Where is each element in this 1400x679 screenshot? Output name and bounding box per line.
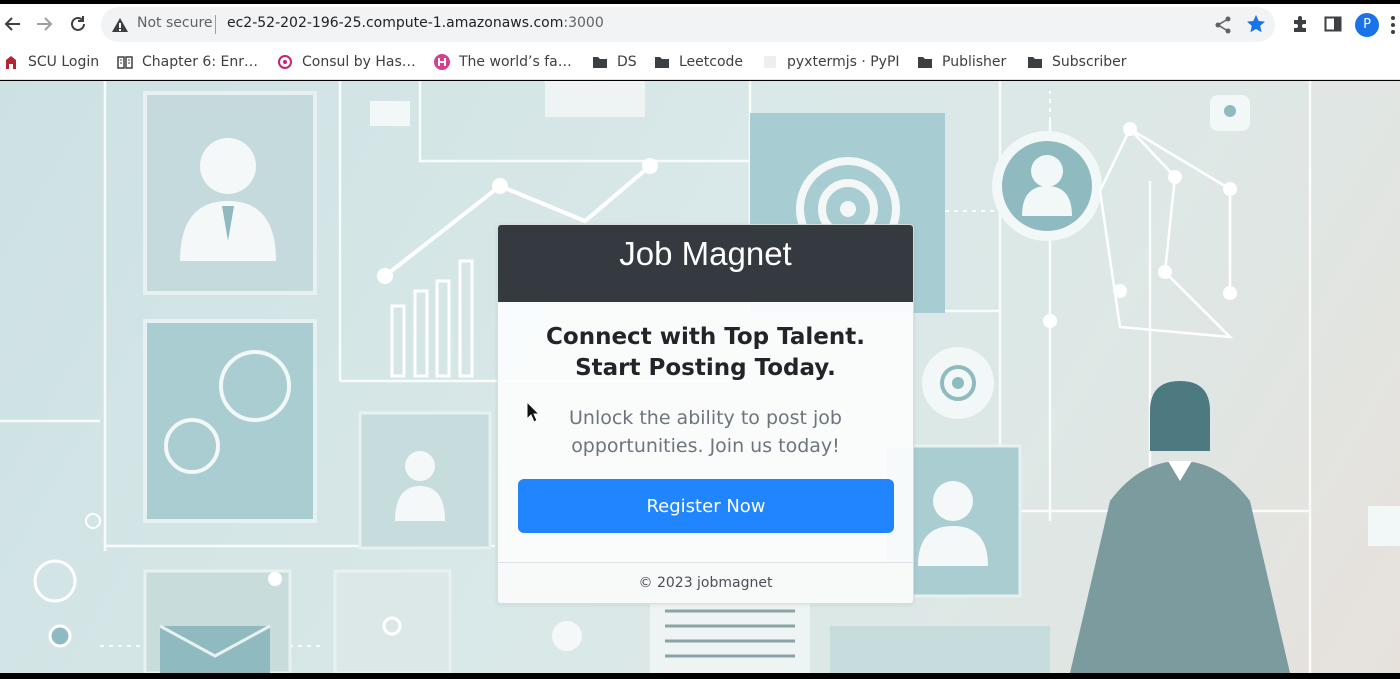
- bookmark-star-icon[interactable]: [1245, 13, 1267, 35]
- bookmark-consul[interactable]: Consul by Has…: [277, 44, 416, 80]
- folder-icon: [1028, 57, 1042, 68]
- side-panel-icon[interactable]: [1323, 14, 1343, 34]
- warning-icon[interactable]: [111, 16, 129, 34]
- forward-icon[interactable]: [33, 13, 55, 35]
- card-subtext: Unlock the ability to post job opportuni…: [569, 407, 842, 457]
- bookmark-label: The world’s fa…: [459, 54, 572, 70]
- url-port: :3000: [563, 15, 604, 31]
- bookmark-label: pyxtermjs · PyPI: [787, 54, 900, 70]
- bookmark-folder-subscriber[interactable]: Subscriber: [1027, 44, 1127, 80]
- register-card: Job Magnet Connect with Top Talent. Star…: [497, 224, 914, 604]
- register-now-button[interactable]: Register Now: [518, 479, 894, 533]
- bookmark-pyxtermjs[interactable]: pyxtermjs · PyPI: [762, 44, 900, 80]
- mouse-cursor-icon: [526, 401, 540, 423]
- bookmark-worlds-fa[interactable]: The world’s fa…: [434, 44, 572, 80]
- address-bar[interactable]: Not secure ec2-52-202-196-25.compute-1.a…: [101, 7, 1275, 42]
- bookmark-label: Consul by Has…: [302, 54, 416, 70]
- folder-icon: [918, 57, 932, 68]
- bookmarks-bar: SCU Login Chapter 6: Enr… Consul by Has……: [0, 44, 1400, 80]
- more-menu-icon[interactable]: [1390, 14, 1396, 36]
- address-separator: [215, 15, 216, 34]
- pypi-icon: [764, 56, 776, 68]
- card-footer: © 2023 jobmagnet: [498, 562, 913, 603]
- bookmark-label: SCU Login: [28, 54, 100, 70]
- bookmark-folder-ds[interactable]: DS: [592, 44, 637, 80]
- h-badge-icon: [434, 54, 450, 70]
- bookmark-label: Publisher: [942, 54, 1007, 70]
- reload-icon[interactable]: [67, 13, 89, 35]
- profile-avatar[interactable]: P: [1355, 13, 1379, 37]
- url-text[interactable]: ec2-52-202-196-25.compute-1.amazonaws.co…: [227, 15, 604, 31]
- bookmark-label: Subscriber: [1052, 54, 1127, 70]
- share-icon[interactable]: [1213, 15, 1233, 35]
- bookmark-label: DS: [617, 54, 637, 70]
- book-icon: [117, 56, 133, 69]
- bookmark-folder-publisher[interactable]: Publisher: [917, 44, 1006, 80]
- card-headline: Connect with Top Talent. Start Posting T…: [546, 324, 865, 381]
- security-label[interactable]: Not secure: [137, 15, 213, 31]
- url-host: ec2-52-202-196-25.compute-1.amazonaws.co…: [227, 15, 564, 31]
- brand-title: Job Magnet: [498, 225, 913, 302]
- bookmark-chapter-6[interactable]: Chapter 6: Enr…: [117, 44, 258, 80]
- consul-icon: [278, 55, 292, 69]
- folder-icon: [593, 57, 607, 68]
- scu-icon: [6, 56, 16, 69]
- bookmark-folder-leetcode[interactable]: Leetcode: [654, 44, 743, 80]
- extensions-icon[interactable]: [1290, 14, 1310, 34]
- back-icon[interactable]: [2, 13, 24, 35]
- bookmark-scu-login[interactable]: SCU Login: [3, 44, 99, 80]
- bookmark-label: Leetcode: [679, 54, 744, 70]
- browser-toolbar: Not secure ec2-52-202-196-25.compute-1.a…: [0, 4, 1400, 44]
- folder-icon: [655, 57, 669, 68]
- page-viewport: Job Magnet Connect with Top Talent. Star…: [0, 81, 1400, 673]
- bookmark-label: Chapter 6: Enr…: [142, 54, 258, 70]
